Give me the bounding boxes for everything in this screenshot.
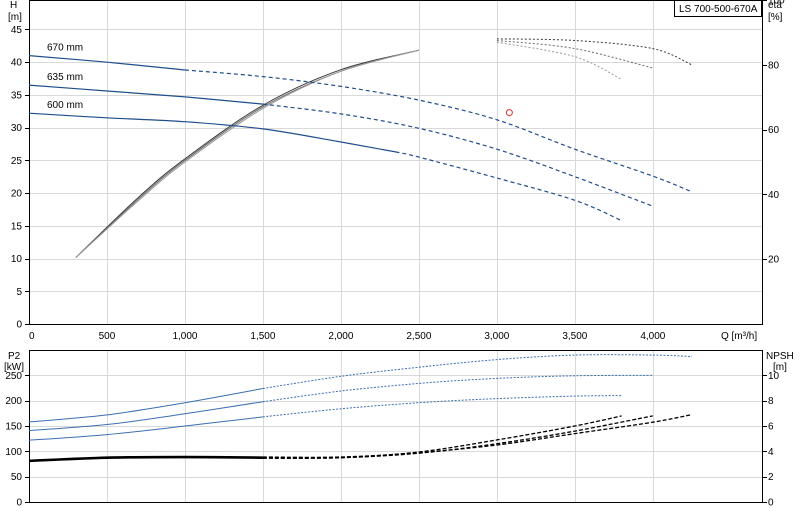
head-curve-label: 635 mm — [47, 72, 83, 83]
p2-tick-label: 200 — [5, 396, 22, 407]
q-tick-label: 4,000 — [640, 331, 665, 342]
eta-tick-label: 80 — [768, 60, 780, 71]
top-panel-grid — [29, 0, 762, 324]
npsh-tick-label: 8 — [768, 396, 774, 407]
q-tick-label: 0 — [29, 331, 35, 342]
npsh-tick-label: 6 — [768, 422, 774, 433]
operating-point-marker — [505, 109, 513, 117]
q-tick-label: 3,000 — [484, 331, 509, 342]
h-axis-unit: [m] — [8, 12, 22, 23]
eta-tick-label: 20 — [768, 255, 780, 266]
q-tick-label: 500 — [99, 331, 116, 342]
q-tick-label: 2,500 — [406, 331, 431, 342]
model-label: LS 700-500-670A — [679, 4, 758, 15]
head-curve-label: 600 mm — [47, 100, 83, 111]
curves: 670 mm 635 mm 600 mm — [28, 38, 693, 463]
h-tick-label: 45 — [11, 25, 23, 36]
h-tick-label: 40 — [11, 58, 23, 69]
power-curve-dashed — [262, 374, 653, 403]
head-curve-dashed — [395, 151, 622, 222]
q-tick-label: 1,500 — [250, 331, 275, 342]
head-curve-dashed — [262, 103, 654, 207]
h-tick-label: 20 — [11, 189, 23, 200]
q-tick-label: 3,500 — [562, 331, 587, 342]
eta-axis-unit: [%] — [768, 12, 783, 23]
npsh-axis-unit: [m] — [773, 362, 787, 373]
q-tick-label: 2,000 — [328, 331, 353, 342]
power-curve-dashed — [262, 395, 622, 418]
h-tick-label: 30 — [11, 123, 23, 134]
p2-tick-label: 100 — [5, 447, 22, 458]
p2-tick-label: 0 — [16, 498, 22, 509]
bottom-panel-grid — [29, 350, 762, 502]
h-tick-label: 5 — [16, 287, 22, 298]
power-curve-solid — [28, 388, 263, 423]
h-tick-label: 35 — [11, 90, 23, 101]
p2-axis-unit: [kW] — [4, 362, 24, 373]
npsh-axis-label: NPSH — [766, 351, 794, 362]
q-tick-label: 1,000 — [172, 331, 197, 342]
p2-tick-label: 150 — [5, 422, 22, 433]
top-panel-frame — [29, 0, 763, 325]
head-curve-solid — [28, 112, 396, 153]
head-curve-label: 670 mm — [47, 43, 83, 54]
npsh-tick-label: 4 — [768, 447, 774, 458]
eta-tick-label: 40 — [768, 190, 780, 201]
p2-axis-label: P2 — [8, 351, 21, 362]
p2-tick-label: 50 — [11, 472, 23, 483]
eta-axis-label: eta — [768, 0, 782, 11]
head-curve-dashed — [184, 69, 693, 193]
npsh-tick-label: 2 — [768, 472, 774, 483]
h-axis-label: H — [10, 0, 17, 11]
h-tick-label: 10 — [11, 254, 23, 265]
pump-performance-chart: 0 500 1,000 1,500 2,000 2,500 3,000 3,500 4,0000… — [4, 0, 794, 509]
eta-tick-label: 60 — [768, 125, 780, 136]
efficiency-curve-dashed — [496, 41, 622, 80]
h-tick-label: 0 — [16, 320, 22, 331]
npsh-tick-label: 0 — [768, 498, 774, 509]
axes: 0 500 1,000 1,500 2,000 2,500 3,000 3,500 4,0000… — [5, 0, 785, 509]
q-axis-label: Q [m³/h] — [721, 331, 757, 342]
h-tick-label: 15 — [11, 221, 23, 232]
power-curve-dashed — [262, 354, 692, 389]
h-tick-label: 25 — [11, 156, 23, 167]
